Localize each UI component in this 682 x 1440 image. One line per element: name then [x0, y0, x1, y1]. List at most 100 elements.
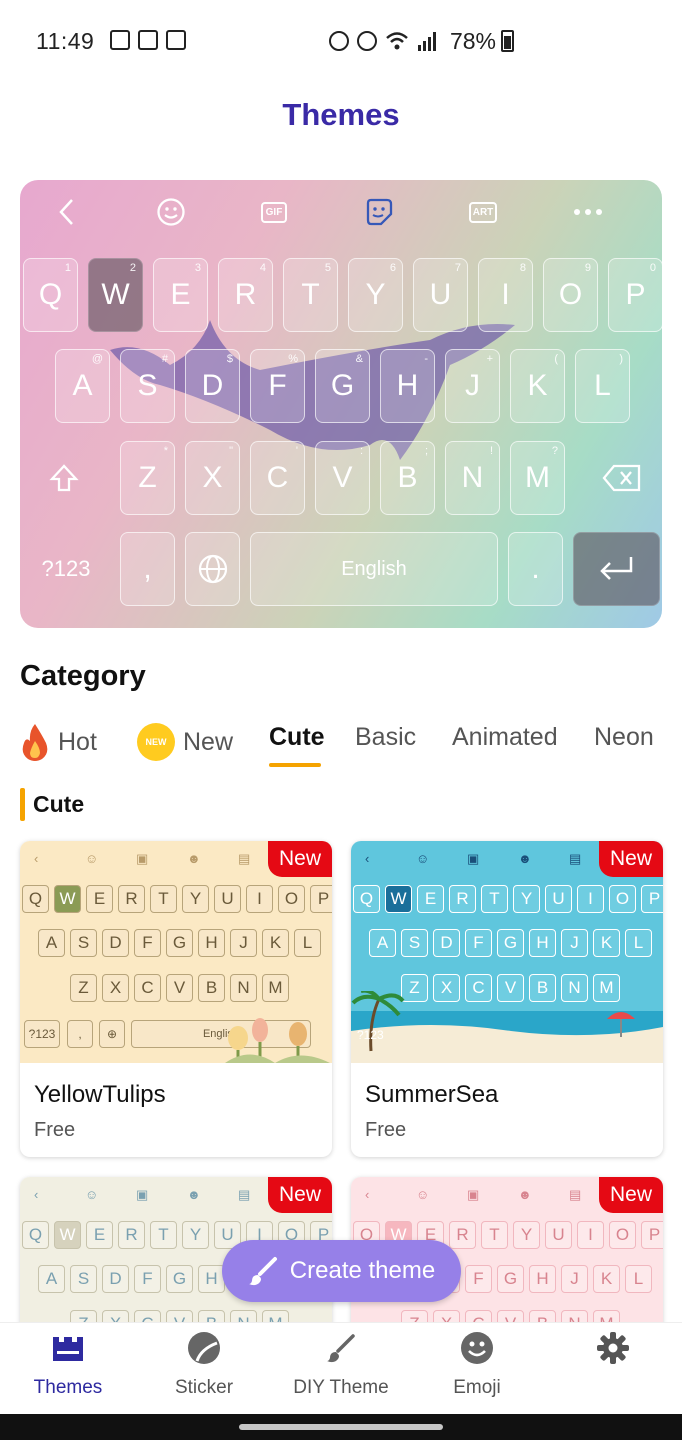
back-icon: ‹: [34, 851, 39, 866]
create-theme-button[interactable]: Create theme: [222, 1240, 461, 1302]
key-s[interactable]: # S: [120, 349, 175, 423]
key-k[interactable]: (K: [510, 349, 565, 423]
mini-key: J: [561, 1265, 588, 1293]
backspace-key[interactable]: [595, 441, 649, 515]
sticker-icon: [187, 1331, 221, 1365]
mini-key: D: [102, 1265, 129, 1293]
gif-icon[interactable]: GIF: [258, 197, 290, 227]
key-o[interactable]: 9O: [543, 258, 598, 332]
key-t[interactable]: 5T: [283, 258, 338, 332]
key-c[interactable]: ' C: [250, 441, 305, 515]
mini-key: A: [38, 929, 65, 957]
mini-key: N: [230, 974, 257, 1002]
nav-sticker[interactable]: Sticker: [139, 1331, 269, 1399]
mini-key: D: [102, 929, 129, 957]
mini-key: U: [545, 885, 572, 913]
key-hint: 5: [324, 262, 331, 274]
notification-icon: [110, 30, 130, 50]
language-key[interactable]: [185, 532, 240, 606]
art-icon[interactable]: ART: [467, 197, 499, 227]
key-b[interactable]: ; B: [380, 441, 435, 515]
keyboard-preview[interactable]: GIF ART 1 Q 2 W 3 E 4 R 5 T 6 Y 7 U 8 I 9 O 0 P @ A # S $ D% F & G - H…: [20, 180, 662, 628]
notification-icons: [110, 30, 186, 50]
key-hint: !: [489, 445, 493, 457]
sticker-icon[interactable]: [363, 197, 395, 227]
tab-hot[interactable]: Hot: [20, 723, 97, 761]
nav-settings[interactable]: [548, 1331, 678, 1377]
key-w[interactable]: 2W: [88, 258, 143, 332]
mini-key: H: [198, 1265, 225, 1293]
home-indicator[interactable]: [239, 1424, 443, 1430]
key-n[interactable]: ! N: [445, 441, 500, 515]
key-d[interactable]: $ D: [185, 349, 240, 423]
tab-animated[interactable]: Animated: [452, 723, 558, 752]
key-h[interactable]: -H: [380, 349, 435, 423]
key-j[interactable]: + J: [445, 349, 500, 423]
key-y[interactable]: 6Y: [348, 258, 403, 332]
key-u[interactable]: 7U: [413, 258, 468, 332]
key-label: F: [268, 369, 287, 402]
comma-key[interactable]: ,: [120, 532, 175, 606]
status-time: 11:49: [36, 28, 95, 54]
key-r[interactable]: 4R: [218, 258, 273, 332]
new-badge: New: [268, 1177, 332, 1213]
key-hint: @: [91, 353, 103, 365]
emoji-icon: ☺: [85, 851, 99, 866]
mini-key: O: [609, 885, 636, 913]
art-icon: ▤: [569, 1187, 582, 1202]
key-l[interactable]: ) L: [575, 349, 630, 423]
wifi-icon: [386, 32, 408, 50]
key-p[interactable]: 0P: [608, 258, 662, 332]
more-icon[interactable]: [572, 197, 604, 227]
key-x[interactable]: " X: [185, 441, 240, 515]
tab-cute[interactable]: Cute: [269, 723, 325, 752]
key-e[interactable]: 3E: [153, 258, 208, 332]
back-icon[interactable]: [50, 197, 82, 227]
nav-label: Themes: [33, 1377, 103, 1398]
nav-themes[interactable]: Themes: [3, 1331, 133, 1399]
nav-diy-theme[interactable]: DIY Theme: [276, 1331, 406, 1399]
key-q[interactable]: 1Q: [23, 258, 78, 332]
key-z[interactable]: * Z: [120, 441, 175, 515]
theme-card-summersea[interactable]: ‹ ☺ ▣ ☻ ▤ Q W E R T Y U I O P A S D F G H J K L Z X C V B N M ?123 New …: [351, 841, 663, 1157]
key-v[interactable]: :V: [315, 441, 370, 515]
symbols-key[interactable]: ?123: [34, 532, 98, 606]
key-label: T: [301, 278, 320, 311]
key-label: E: [170, 278, 191, 311]
key-hint: %: [288, 353, 298, 365]
emoji-icon[interactable]: [155, 197, 187, 227]
mini-key: P: [641, 885, 663, 913]
mini-key: I: [246, 885, 273, 913]
notification-icon: [138, 30, 158, 50]
key-hint: 6: [389, 262, 396, 274]
mini-key: R: [118, 885, 145, 913]
mini-key: Q: [353, 885, 380, 913]
period-key[interactable]: .: [508, 532, 563, 606]
theme-card-yellowtulips[interactable]: ‹ ☺ ▣ ☻ ▤ Q W E R T Y U I O P A S D F G H J K L Z X C V B N M ?123, ⊕ Eng…: [20, 841, 332, 1157]
enter-key[interactable]: [573, 532, 660, 606]
mini-key: S: [70, 929, 97, 957]
tab-basic[interactable]: Basic: [355, 723, 416, 752]
mini-key: G: [166, 929, 193, 957]
mini-key: S: [401, 929, 428, 957]
art-icon: ▤: [238, 851, 251, 866]
key-a[interactable]: @ A: [55, 349, 110, 423]
key-i[interactable]: 8I: [478, 258, 533, 332]
alarm-icon: [357, 31, 377, 51]
mini-key: R: [449, 1221, 476, 1249]
key-g[interactable]: & G: [315, 349, 370, 423]
mini-key: M: [262, 974, 289, 1002]
tab-neon[interactable]: Neon: [594, 723, 654, 752]
gif-icon: ▣: [136, 851, 149, 866]
theme-name: SummerSea: [365, 1081, 499, 1108]
space-key[interactable]: English: [250, 532, 498, 606]
section-accent-bar: [20, 788, 25, 821]
shift-key[interactable]: [42, 441, 86, 515]
nav-emoji[interactable]: Emoji: [412, 1331, 542, 1399]
key-m[interactable]: ? M: [510, 441, 565, 515]
mini-key: O: [278, 885, 305, 913]
tab-label: Cute: [269, 723, 325, 751]
mini-key: S: [70, 1265, 97, 1293]
key-f[interactable]: % F: [250, 349, 305, 423]
tab-new[interactable]: NEW New: [137, 723, 233, 761]
